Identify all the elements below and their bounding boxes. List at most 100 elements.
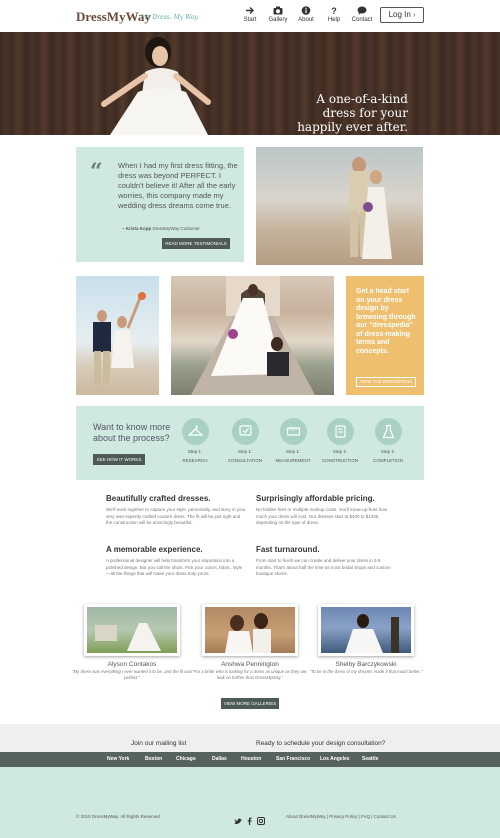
nav-contact[interactable]: Contact <box>348 6 376 23</box>
step-research[interactable]: Step 1: RESEARCH <box>173 418 217 463</box>
feature-crafted: Beautifully crafted dresses. We'll work … <box>106 494 246 527</box>
nav-help-label: Help <box>327 17 341 23</box>
feature-crafted-body: We'll work together to capture your styl… <box>106 507 246 525</box>
hero-banner: A one-of-a-kind dress for your happily e… <box>0 32 500 135</box>
consultation-label: Ready to schedule your design consultati… <box>256 740 386 747</box>
step-consultation-number: Step 1: <box>237 449 253 454</box>
feature-experience-title: A memorable experience. <box>106 545 203 554</box>
login-label: Log In <box>388 10 411 19</box>
step-consultation[interactable]: Step 1: CONSULTATION <box>223 418 267 463</box>
step-construction-circle <box>326 418 354 445</box>
process-section: Want to know more about the process? SEE… <box>76 406 424 480</box>
quote-icon: “ <box>90 159 103 185</box>
site-logo[interactable]: DressMyWay <box>76 9 151 25</box>
read-more-testimonials-button[interactable]: READ MORE TESTIMONIALS <box>162 238 230 249</box>
dresspedia-text: Get a head start on your dress design by… <box>356 288 416 355</box>
social-links <box>234 812 265 830</box>
step-completion[interactable]: Step 1: COMPLETION <box>366 418 410 463</box>
step-measurement-number: Step 1: <box>285 449 301 454</box>
nav-start-label: Start <box>243 17 257 23</box>
site-footer: © 2015 DressMyWay. All Rights Reserved A… <box>0 767 500 838</box>
main-nav: Start Gallery About ? Help Contact <box>236 6 376 23</box>
nav-gallery-label: Gallery <box>268 17 288 23</box>
testimonial-cite: – Krista Kopp DressMyWay Customer <box>122 226 200 231</box>
nav-contact-label: Contact <box>351 17 373 23</box>
gallery-quote-shelby: "To be in the dress of my dreams made it… <box>309 669 423 674</box>
city-link[interactable]: Los Angeles <box>320 756 350 762</box>
logo-tagline: My Dress. My Way. <box>141 14 199 21</box>
gallery-quote-anshwa: "For a bride who is looking for a dress … <box>192 669 308 680</box>
nav-help[interactable]: ? Help <box>320 6 348 23</box>
camera-icon <box>273 6 283 15</box>
beach-couple-photo <box>256 147 423 265</box>
tape-measure-icon <box>286 427 300 436</box>
view-more-galleries-button[interactable]: VIEW MORE GALLERIES <box>221 698 279 709</box>
step-measurement-circle <box>279 418 307 445</box>
beach-couple-2-illustration <box>93 292 146 385</box>
hero-line-2: dress for your <box>322 106 408 120</box>
instagram-icon[interactable] <box>257 812 265 830</box>
step-research-circle <box>181 418 209 445</box>
chevron-right-icon: › <box>413 12 416 19</box>
dresspedia-promo: Get a head start on your dress design by… <box>346 276 424 395</box>
nav-start[interactable]: Start <box>236 6 264 23</box>
step-consultation-label: CONSULTATION <box>227 458 263 463</box>
gallery-shelby-illustration <box>345 614 399 653</box>
gallery-quote-alyson: "My dress was everything I ever wanted i… <box>72 669 192 680</box>
stairs-couple-illustration <box>191 276 315 395</box>
nav-gallery[interactable]: Gallery <box>264 6 292 23</box>
login-button[interactable]: Log In › <box>380 7 424 23</box>
svg-text:?: ? <box>331 6 337 15</box>
city-link[interactable]: Houston <box>241 756 261 762</box>
chat-bubble-icon <box>357 6 367 15</box>
gallery-name-anshwa: Anshwa Pennington <box>221 661 279 668</box>
step-consultation-circle <box>231 418 259 445</box>
city-link[interactable]: Boston <box>145 756 162 762</box>
stairs-couple-photo <box>171 276 334 395</box>
feature-turnaround: Fast turnaround. From start to finish we… <box>256 545 396 578</box>
mailing-list-label: Join our mailing list <box>131 740 187 747</box>
city-link[interactable]: Seattle <box>362 756 378 762</box>
city-link[interactable]: Chicago <box>176 756 196 762</box>
beach-couple-photo-2 <box>76 276 159 395</box>
gallery-photo-alyson[interactable] <box>84 604 180 656</box>
gallery-anshwa-illustration <box>225 613 271 653</box>
hanger-icon <box>187 425 203 436</box>
step-completion-circle <box>374 418 402 445</box>
step-measurement[interactable]: Step 1: MEASUREMENT <box>271 418 315 463</box>
city-link[interactable]: New York <box>107 756 129 762</box>
testimonial-cite-name: – Krista Kopp <box>122 226 152 231</box>
feature-turnaround-title: Fast turnaround. <box>256 545 320 554</box>
facebook-icon[interactable] <box>247 812 252 830</box>
hero-headline: A one-of-a-kind dress for your happily e… <box>268 92 408 134</box>
twitter-icon[interactable] <box>234 812 242 830</box>
nav-about-label: About <box>298 17 314 23</box>
step-research-label: RESEARCH <box>182 458 208 463</box>
gallery-name-alyson: Alyson Contakos <box>107 661 157 668</box>
sewing-icon <box>334 425 346 438</box>
testimonial-cite-role: DressMyWay Customer <box>152 226 200 231</box>
footer-links[interactable]: About DressMyWay | Privacy Policy | FAQ … <box>286 814 396 819</box>
info-icon <box>301 6 311 15</box>
city-link[interactable]: Dallas <box>212 756 227 762</box>
feature-experience: A memorable experience. A professional d… <box>106 545 246 578</box>
testimonial-card: “ When I had my first dress fitting, the… <box>76 147 244 262</box>
see-how-it-works-button[interactable]: SEE HOW IT WORKS <box>93 454 145 465</box>
hero-line-1: A one-of-a-kind <box>316 92 408 106</box>
gallery-photo-shelby[interactable] <box>318 604 414 656</box>
view-dresspedia-button[interactable]: VIEW THE DRESSPEDIA <box>356 377 416 387</box>
city-link[interactable]: San Francisco <box>276 756 310 762</box>
nav-about[interactable]: About <box>292 6 320 23</box>
feature-experience-body: A professional designer will help transf… <box>106 558 243 576</box>
step-construction-label: CONSTRUCTION <box>321 458 359 463</box>
feature-pricing-title: Surprisingly affordable pricing. <box>256 494 375 503</box>
testimonial-quote: When I had my first dress fitting, the d… <box>118 161 238 210</box>
feature-turnaround-body: From start to finish we can create and d… <box>256 558 391 576</box>
beach-couple-illustration <box>349 157 392 259</box>
feature-crafted-title: Beautifully crafted dresses. <box>106 494 211 503</box>
dress-icon <box>382 424 394 439</box>
hero-bride-image <box>101 37 211 135</box>
step-construction[interactable]: Step 1: CONSTRUCTION <box>318 418 362 463</box>
gallery-photo-anshwa[interactable] <box>202 604 298 656</box>
question-icon: ? <box>331 6 337 15</box>
